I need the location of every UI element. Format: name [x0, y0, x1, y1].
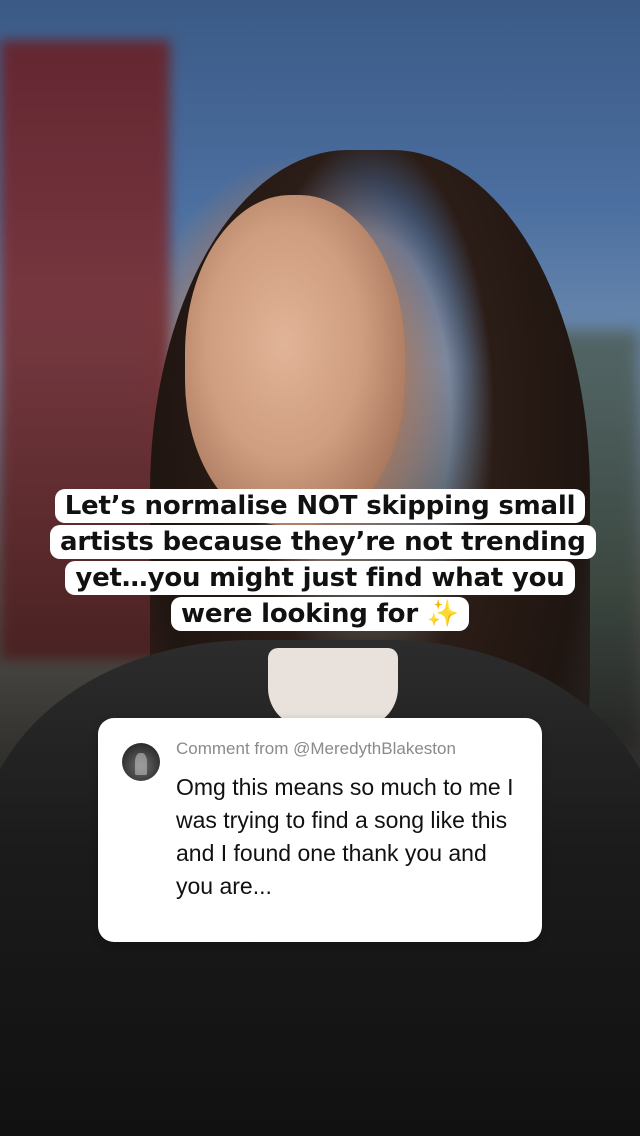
subject-shirt: [268, 648, 398, 728]
comment-reply-card[interactable]: Comment from @MeredythBlakeston Omg this…: [98, 718, 542, 942]
comment-header: Comment from @MeredythBlakeston: [176, 739, 456, 758]
caption-text: Let’s normalise NOT skipping small artis…: [50, 489, 596, 631]
video-frame[interactable]: Let’s normalise NOT skipping small artis…: [0, 0, 640, 1136]
caption-overlay: Let’s normalise NOT skipping small artis…: [50, 488, 596, 632]
user-avatar-icon[interactable]: [122, 743, 160, 781]
comment-body: Omg this means so much to me I was tryin…: [176, 774, 514, 899]
subject-face: [185, 195, 405, 525]
